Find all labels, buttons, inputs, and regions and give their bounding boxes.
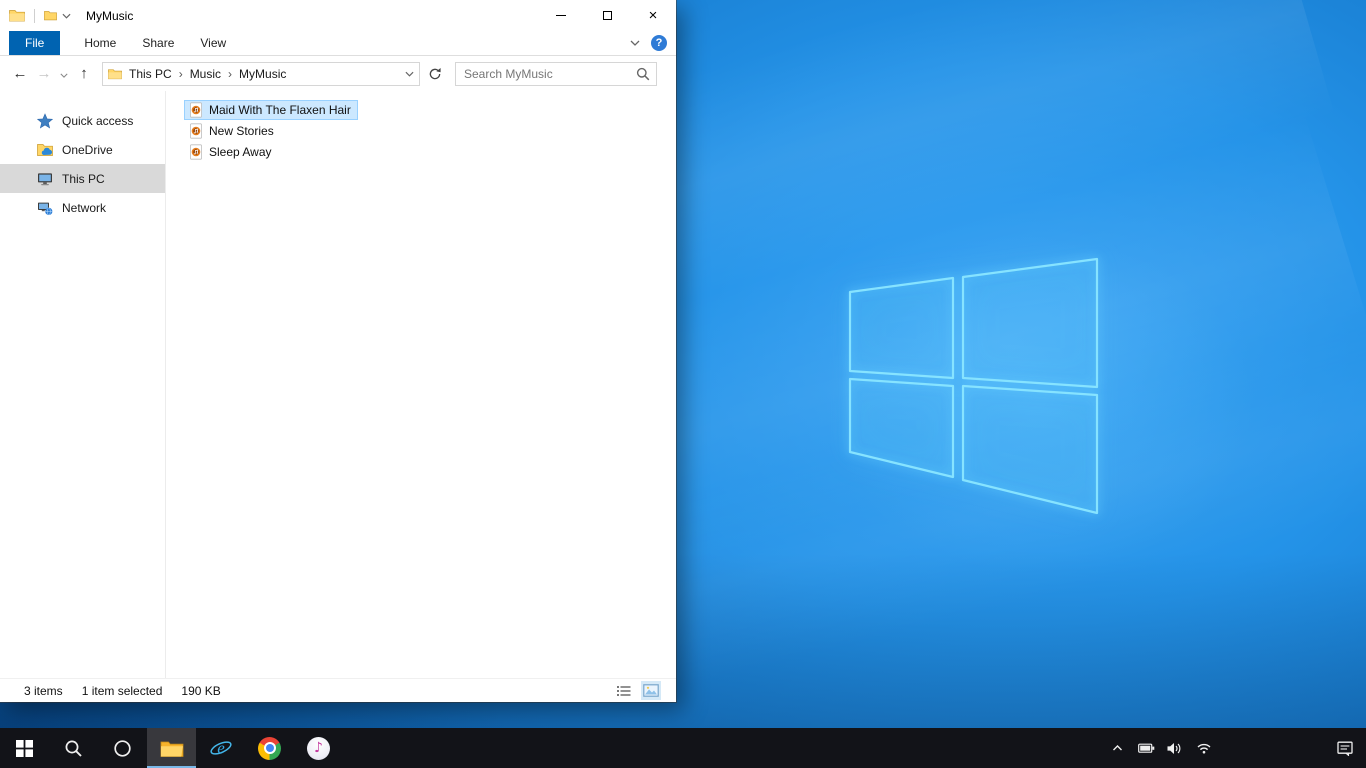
action-center-button[interactable] — [1337, 728, 1354, 768]
back-button[interactable]: ← — [8, 65, 32, 82]
search-input[interactable] — [464, 66, 636, 81]
taskbar-chrome-button[interactable] — [245, 728, 294, 768]
maximize-button[interactable] — [584, 0, 630, 31]
minimize-button[interactable] — [538, 0, 584, 31]
file-explorer-icon — [160, 741, 183, 757]
windows-start-icon — [16, 739, 33, 757]
chrome-icon — [258, 736, 281, 760]
recent-locations-caret[interactable] — [56, 65, 72, 82]
ribbon-tab-bar: File Home Share View ? — [0, 31, 676, 56]
sidebar-item-label: Quick access — [62, 113, 134, 128]
navigation-bar: ← → ↑ This PC › Music › MyMusic — [0, 56, 676, 91]
star-icon — [37, 112, 53, 128]
file-item[interactable]: Sleep Away — [184, 142, 279, 162]
up-button[interactable]: ↑ — [72, 65, 96, 82]
selection-size: 190 KB — [181, 683, 221, 698]
maximize-icon — [602, 11, 612, 20]
address-dropdown-caret[interactable] — [399, 71, 419, 77]
battery-indicator[interactable] — [1136, 738, 1156, 758]
expand-ribbon-icon[interactable] — [630, 40, 640, 46]
search-box[interactable] — [455, 61, 657, 86]
sidebar-item-network[interactable]: Network — [0, 193, 165, 222]
address-folder-icon — [108, 68, 122, 79]
file-item[interactable]: New Stories — [184, 121, 281, 141]
sidebar-item-label: OneDrive — [62, 142, 113, 157]
qat-folder-icon[interactable] — [44, 10, 57, 21]
minimize-icon — [556, 15, 566, 16]
volume-indicator[interactable] — [1165, 738, 1185, 758]
sidebar-item-label: Network — [62, 200, 107, 215]
taskbar: e ♪ — [0, 728, 1366, 768]
internet-explorer-icon: e — [209, 739, 232, 758]
chevron-up-icon — [1112, 745, 1122, 751]
window-controls: × — [538, 0, 676, 31]
file-item[interactable]: Maid With The Flaxen Hair — [184, 100, 358, 120]
taskbar-file-explorer-button[interactable] — [147, 728, 196, 768]
details-view-icon — [617, 685, 631, 696]
svg-text:e: e — [217, 739, 225, 758]
tab-view[interactable]: View — [187, 31, 239, 55]
thumbnail-view-icon — [643, 684, 659, 697]
breadcrumb-mymusic[interactable]: MyMusic — [232, 63, 293, 85]
window-folder-icon — [9, 10, 25, 22]
refresh-button[interactable] — [423, 67, 447, 81]
sidebar-item-onedrive[interactable]: OneDrive — [0, 135, 165, 164]
action-center-icon — [1337, 741, 1353, 756]
tray-expand-button[interactable] — [1107, 738, 1127, 758]
wifi-icon — [1197, 743, 1211, 754]
file-name: Sleep Away — [209, 145, 272, 159]
divider — [34, 8, 35, 23]
taskbar-internet-explorer-button[interactable]: e — [196, 728, 245, 768]
window-title: MyMusic — [86, 8, 134, 23]
breadcrumb-this-pc[interactable]: This PC — [122, 63, 179, 85]
cortana-icon — [114, 739, 131, 757]
itunes-icon: ♪ — [307, 736, 330, 760]
help-button[interactable]: ? — [651, 35, 667, 51]
quick-access-toolbar — [9, 8, 71, 23]
battery-icon — [1137, 743, 1154, 753]
tab-share[interactable]: Share — [129, 31, 187, 55]
audio-file-icon — [190, 144, 202, 160]
start-button[interactable] — [0, 728, 49, 768]
taskbar-itunes-button[interactable]: ♪ — [294, 728, 343, 768]
selection-count: 1 item selected — [81, 683, 163, 698]
close-icon: × — [648, 7, 658, 24]
windows-logo — [848, 257, 1099, 515]
audio-file-icon — [190, 123, 202, 139]
this-pc-icon — [38, 172, 52, 185]
navigation-pane: Quick access OneDrive This PC Network — [0, 91, 166, 678]
titlebar[interactable]: MyMusic × — [0, 0, 676, 31]
details-view-button[interactable] — [614, 681, 634, 700]
network-icon — [38, 202, 53, 215]
refresh-icon — [429, 67, 441, 79]
sidebar-item-this-pc[interactable]: This PC — [0, 164, 165, 193]
tab-home[interactable]: Home — [71, 31, 129, 55]
thumbnail-view-button[interactable] — [641, 681, 661, 700]
file-list[interactable]: Maid With The Flaxen Hair New Stories Sl… — [166, 91, 676, 678]
onedrive-icon — [37, 143, 53, 156]
item-count: 3 items — [24, 683, 63, 698]
forward-button[interactable]: → — [32, 65, 56, 82]
qat-customize-caret-icon[interactable] — [62, 13, 71, 19]
file-name: New Stories — [209, 124, 274, 138]
system-tray — [1107, 728, 1214, 768]
speaker-icon — [1167, 742, 1181, 754]
sidebar-item-label: This PC — [62, 171, 105, 186]
explorer-main: Quick access OneDrive This PC Network Ma… — [0, 91, 676, 678]
audio-file-icon — [190, 102, 202, 118]
network-indicator[interactable] — [1194, 738, 1214, 758]
taskbar-search-button[interactable] — [49, 728, 98, 768]
file-name: Maid With The Flaxen Hair — [209, 103, 351, 117]
tab-file[interactable]: File — [9, 31, 61, 55]
address-bar[interactable]: This PC › Music › MyMusic — [102, 61, 420, 86]
close-button[interactable]: × — [630, 0, 676, 31]
search-icon — [65, 740, 82, 757]
cortana-button[interactable] — [98, 728, 147, 768]
sidebar-item-quick-access[interactable]: Quick access — [0, 106, 165, 135]
status-bar: 3 items 1 item selected 190 KB — [0, 678, 676, 702]
music-note-icon: ♪ — [314, 740, 323, 756]
breadcrumb-music[interactable]: Music — [183, 63, 228, 85]
file-explorer-window: MyMusic × File Home Share View ? ← → ↑ T… — [0, 0, 676, 702]
search-icon[interactable] — [636, 67, 650, 81]
